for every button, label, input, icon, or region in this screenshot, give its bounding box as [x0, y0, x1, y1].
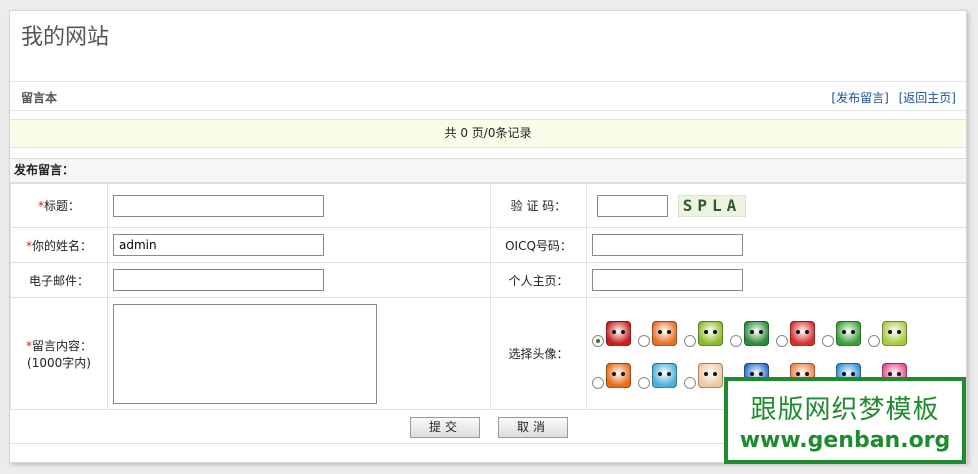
avatar-option[interactable] — [868, 321, 912, 347]
cancel-button[interactable]: 取消 — [498, 417, 568, 438]
site-title: 我的网站 — [21, 25, 110, 50]
oicq-input[interactable] — [592, 234, 743, 256]
oicq-label: OICQ号码： — [490, 227, 587, 263]
avatar-option[interactable] — [684, 363, 728, 389]
captcha-label: 验 证 码： — [490, 183, 587, 228]
avatar-option[interactable] — [730, 321, 774, 347]
avatar-face-icon[interactable] — [882, 321, 907, 346]
content-note: (1000字内) — [27, 355, 91, 370]
avatar-radio[interactable] — [822, 335, 834, 347]
divider — [10, 110, 966, 111]
avatar-face-icon[interactable] — [606, 321, 631, 346]
avatar-radio[interactable] — [638, 377, 650, 389]
captcha-image[interactable]: SPLA — [678, 194, 746, 217]
pager-info: 共 0 页/0条记录 — [10, 119, 966, 148]
email-label: 电子邮件： — [10, 262, 108, 298]
form-heading: 发布留言： — [10, 158, 966, 183]
captcha-input[interactable] — [597, 194, 668, 217]
submit-button[interactable]: 提交 — [410, 417, 480, 438]
content-label: 留言内容： — [31, 338, 92, 353]
back-home-link[interactable]: [返回主页] — [899, 91, 956, 105]
title-input[interactable] — [113, 194, 324, 217]
avatar-option[interactable] — [638, 321, 682, 347]
homepage-input[interactable] — [592, 269, 743, 291]
avatar-face-icon[interactable] — [698, 363, 723, 388]
avatar-radio[interactable] — [684, 335, 696, 347]
section-title: 留言本 — [21, 91, 58, 105]
avatar-option[interactable] — [684, 321, 728, 347]
avatar-radio[interactable] — [776, 335, 788, 347]
top-links: [发布留言] [返回主页] — [825, 89, 956, 106]
avatar-face-icon[interactable] — [652, 363, 677, 388]
homepage-label: 个人主页： — [490, 262, 587, 298]
content-textarea[interactable] — [113, 303, 377, 404]
watermark-logo: 跟版网织梦模板 www.genban.org — [724, 377, 966, 464]
watermark-line2: www.genban.org — [739, 428, 951, 453]
avatar-option[interactable] — [592, 363, 636, 389]
avatar-radio[interactable] — [684, 377, 696, 389]
avatar-label: 选择头像： — [490, 297, 587, 410]
avatar-face-icon[interactable] — [744, 321, 769, 346]
title-label: 标题： — [43, 199, 80, 213]
avatar-radio[interactable] — [592, 377, 604, 389]
avatar-radio[interactable] — [638, 335, 650, 347]
form-table: *标题： 验 证 码： SPLA *你的姓名： OICQ号码： — [10, 183, 966, 410]
avatar-option[interactable] — [592, 321, 636, 347]
watermark-line1: 跟版网织梦模板 — [750, 395, 940, 425]
avatar-radio[interactable] — [868, 335, 880, 347]
avatar-option[interactable] — [822, 321, 866, 347]
avatar-face-icon[interactable] — [698, 321, 723, 346]
name-label: 你的姓名： — [31, 238, 92, 253]
avatar-face-icon[interactable] — [836, 321, 861, 346]
avatar-face-icon[interactable] — [606, 363, 631, 388]
divider — [10, 81, 966, 82]
content-label-cell: *留言内容： (1000字内) — [10, 297, 108, 410]
avatar-radio[interactable] — [592, 335, 604, 347]
name-input[interactable] — [113, 234, 324, 256]
avatar-face-icon[interactable] — [652, 321, 677, 346]
email-input[interactable] — [113, 269, 324, 291]
avatar-option[interactable] — [776, 321, 820, 347]
post-message-link[interactable]: [发布留言] — [831, 91, 888, 105]
avatar-face-icon[interactable] — [790, 321, 815, 346]
avatar-option[interactable] — [638, 363, 682, 389]
name-label-cell: *你的姓名： — [10, 227, 108, 263]
avatar-radio[interactable] — [730, 335, 742, 347]
title-label-cell: *标题： — [10, 183, 108, 228]
